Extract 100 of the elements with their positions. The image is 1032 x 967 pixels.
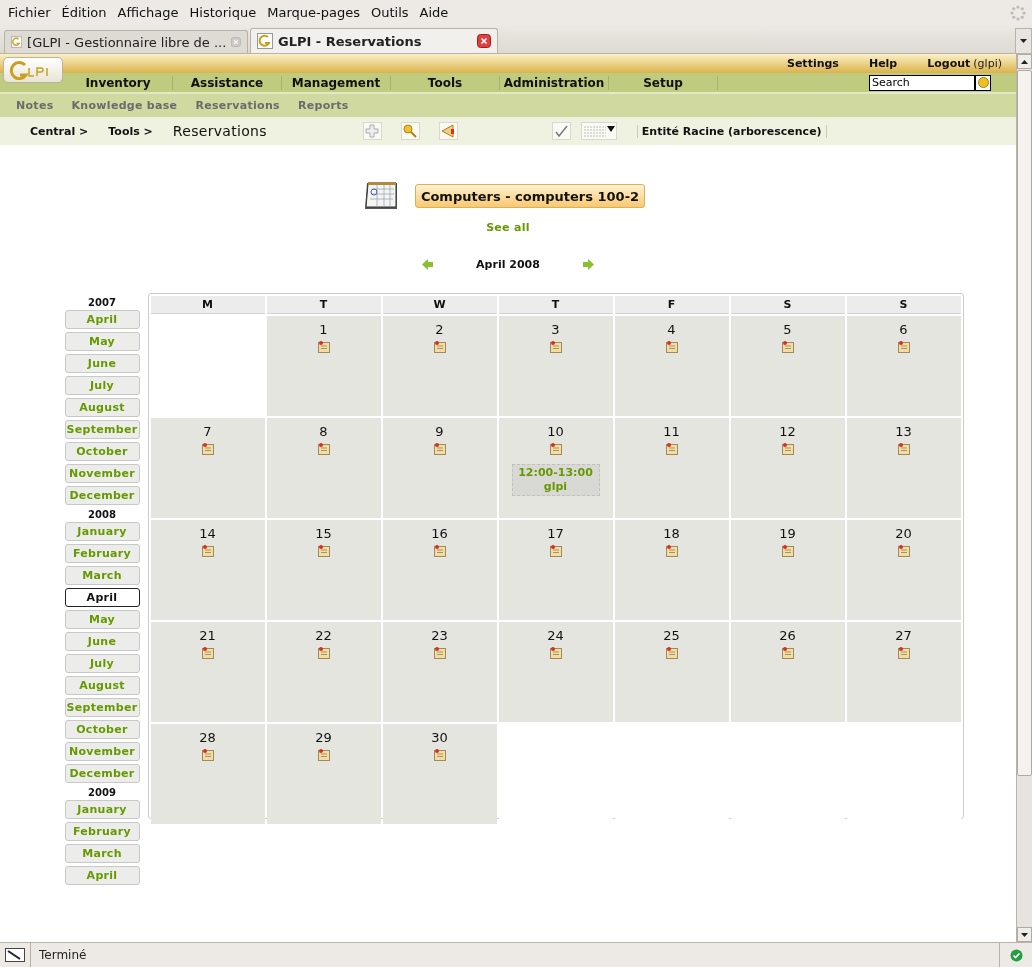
reserve-button[interactable] bbox=[780, 340, 795, 354]
reserve-button[interactable] bbox=[780, 646, 795, 660]
month-button[interactable]: May bbox=[64, 610, 140, 629]
list-dropdown-button[interactable] bbox=[580, 122, 617, 140]
reserve-button[interactable] bbox=[664, 646, 679, 660]
main-menu-item[interactable]: Tools bbox=[391, 75, 500, 90]
reserve-button[interactable] bbox=[200, 442, 215, 456]
next-month-button[interactable] bbox=[583, 259, 594, 270]
glpi-logo[interactable] bbox=[3, 57, 63, 83]
month-button[interactable]: June bbox=[64, 632, 140, 651]
month-button[interactable]: August bbox=[64, 398, 140, 417]
note-icon bbox=[896, 442, 911, 456]
main-menu-item[interactable]: Inventory bbox=[64, 75, 173, 90]
menu-item[interactable]: Outils bbox=[366, 5, 413, 20]
reserve-button[interactable] bbox=[664, 442, 679, 456]
reserve-button[interactable] bbox=[316, 340, 331, 354]
browser-tab[interactable]: [GLPI - Gestionnaire libre de ... bbox=[4, 30, 248, 53]
header-link[interactable]: Settings bbox=[787, 57, 839, 70]
see-all-link[interactable]: See all bbox=[486, 221, 530, 234]
submenu-item[interactable]: Notes bbox=[16, 99, 54, 112]
search-icon bbox=[403, 124, 418, 138]
month-button[interactable]: February bbox=[64, 822, 140, 841]
month-button[interactable]: September bbox=[64, 698, 140, 717]
reserve-button[interactable] bbox=[548, 442, 563, 456]
logout-link[interactable]: Logout bbox=[927, 57, 971, 70]
submenu-item[interactable]: Reservations bbox=[195, 99, 280, 112]
month-button[interactable]: July bbox=[64, 376, 140, 395]
menu-item[interactable]: Édition bbox=[57, 5, 111, 20]
note-icon bbox=[432, 646, 447, 660]
entity-label[interactable]: Entité Racine (arborescence) bbox=[636, 124, 827, 138]
month-button[interactable]: January bbox=[64, 522, 140, 541]
month-button[interactable]: March bbox=[64, 844, 140, 863]
month-button[interactable]: May bbox=[64, 332, 140, 351]
reserve-button[interactable] bbox=[200, 544, 215, 558]
submenu-item[interactable]: Reports bbox=[297, 99, 349, 112]
main-menu-item[interactable]: Administration bbox=[500, 75, 609, 90]
reserve-button[interactable] bbox=[316, 748, 331, 762]
month-button[interactable]: April bbox=[64, 310, 140, 329]
reserve-button[interactable] bbox=[432, 544, 447, 558]
reserve-button[interactable] bbox=[548, 544, 563, 558]
reserve-button[interactable] bbox=[780, 442, 795, 456]
reserve-button[interactable] bbox=[664, 544, 679, 558]
menu-item[interactable]: Aide bbox=[415, 5, 453, 20]
reserve-button[interactable] bbox=[200, 646, 215, 660]
month-button[interactable]: November bbox=[64, 464, 140, 483]
reserve-button[interactable] bbox=[896, 544, 911, 558]
main-menu-item[interactable]: Management bbox=[282, 75, 391, 90]
main-menu-item[interactable]: Setup bbox=[609, 75, 718, 90]
item-button[interactable]: Computers - computers 100-2 bbox=[414, 184, 646, 208]
breadcrumb-link[interactable]: Central > bbox=[30, 124, 89, 138]
submenu-item[interactable]: Knowledge base bbox=[71, 99, 178, 112]
reserve-button[interactable] bbox=[432, 442, 447, 456]
month-button[interactable]: July bbox=[64, 654, 140, 673]
scrollbar[interactable] bbox=[1016, 54, 1032, 942]
month-button[interactable]: November bbox=[64, 742, 140, 761]
reserve-button[interactable] bbox=[664, 340, 679, 354]
reserve-button[interactable] bbox=[432, 748, 447, 762]
menu-item[interactable]: Marque-pages bbox=[263, 5, 364, 20]
reserve-button[interactable] bbox=[316, 442, 331, 456]
check-button[interactable] bbox=[551, 122, 571, 140]
reserve-button[interactable] bbox=[432, 340, 447, 354]
reservation-entry[interactable]: 12:00-13:00 glpi bbox=[511, 464, 600, 496]
search-tool-button[interactable] bbox=[400, 122, 420, 140]
browser-tab[interactable]: GLPI - Reservations bbox=[250, 28, 498, 53]
menu-item[interactable]: Historique bbox=[185, 5, 261, 20]
reserve-button[interactable] bbox=[896, 646, 911, 660]
breadcrumb-link[interactable]: Tools > bbox=[108, 124, 153, 138]
menu-item[interactable]: Fichier bbox=[4, 5, 55, 20]
close-icon[interactable] bbox=[477, 34, 491, 48]
month-button[interactable]: June bbox=[64, 354, 140, 373]
search-field[interactable]: Search bbox=[869, 74, 975, 91]
month-button[interactable]: August bbox=[64, 676, 140, 695]
reserve-button[interactable] bbox=[896, 442, 911, 456]
previous-month-button[interactable] bbox=[422, 259, 433, 270]
month-button[interactable]: April bbox=[64, 588, 140, 607]
main-menu-item[interactable]: Assistance bbox=[173, 75, 282, 90]
day-number: 2 bbox=[435, 322, 444, 338]
reserve-button[interactable] bbox=[896, 340, 911, 354]
month-button[interactable]: October bbox=[64, 720, 140, 739]
note-icon bbox=[896, 340, 911, 354]
reserve-button[interactable] bbox=[316, 544, 331, 558]
month-button[interactable]: March bbox=[64, 566, 140, 585]
month-button[interactable]: December bbox=[64, 764, 140, 783]
reserve-button[interactable] bbox=[548, 340, 563, 354]
tab-list-button[interactable] bbox=[1015, 28, 1032, 53]
reserve-button[interactable] bbox=[432, 646, 447, 660]
reserve-button[interactable] bbox=[200, 748, 215, 762]
reserve-button[interactable] bbox=[316, 646, 331, 660]
month-button[interactable]: October bbox=[64, 442, 140, 461]
header-link[interactable]: Help bbox=[868, 57, 898, 70]
menu-item[interactable]: Affichage bbox=[113, 5, 183, 20]
reserve-button[interactable] bbox=[780, 544, 795, 558]
month-button[interactable]: February bbox=[64, 544, 140, 563]
reserve-button[interactable] bbox=[548, 646, 563, 660]
month-button[interactable]: January bbox=[64, 800, 140, 819]
month-button[interactable]: April bbox=[64, 866, 140, 885]
month-button[interactable]: December bbox=[64, 486, 140, 505]
back-button[interactable] bbox=[438, 122, 458, 140]
search-button[interactable] bbox=[975, 74, 991, 91]
month-button[interactable]: September bbox=[64, 420, 140, 439]
